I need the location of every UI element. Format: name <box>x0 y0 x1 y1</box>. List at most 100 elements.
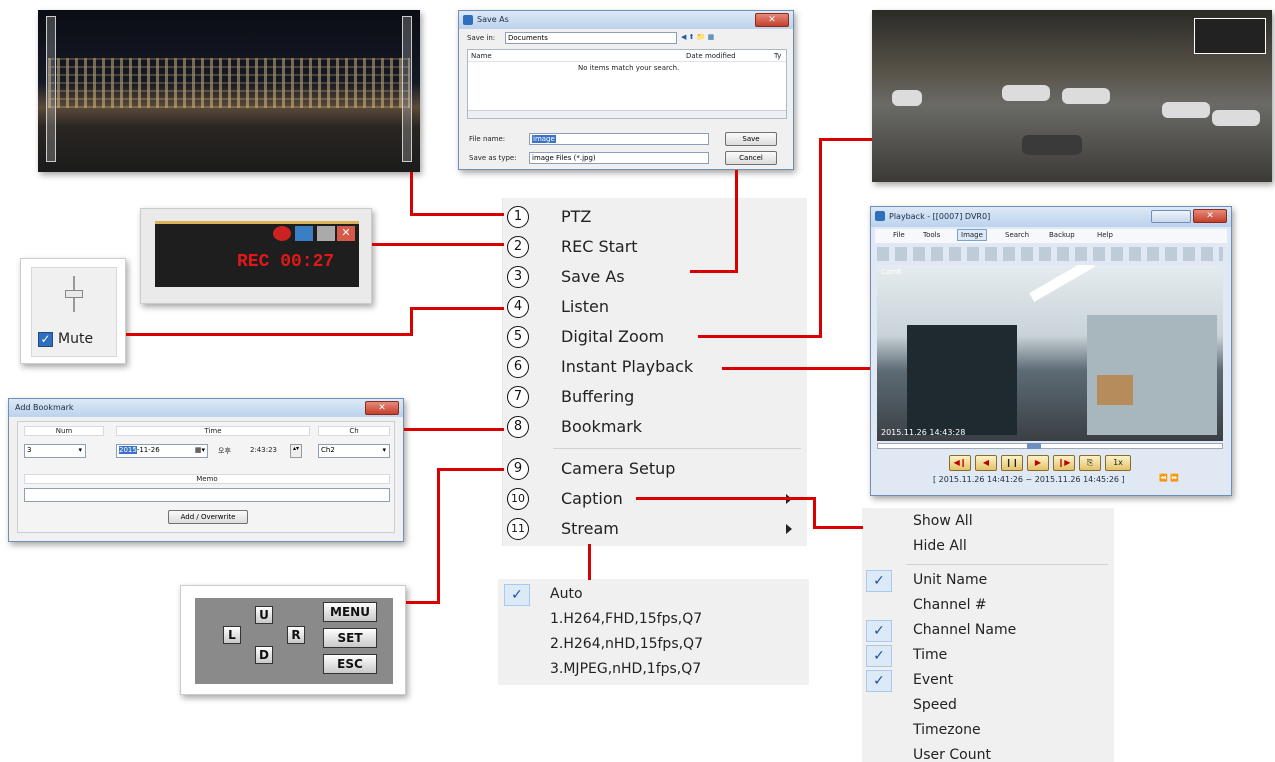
camera-label: Cam6 <box>881 268 902 276</box>
stream-option[interactable]: 1.H264,FHD,15fps,Q7 <box>498 608 809 633</box>
menu-button[interactable]: MENU <box>323 602 377 622</box>
caption-option[interactable]: Channel # <box>862 594 1114 619</box>
close-button[interactable]: ✕ <box>755 13 789 27</box>
left-button[interactable]: L <box>223 626 241 644</box>
menu-item-save-as[interactable]: 3 Save As <box>503 262 808 292</box>
caption-option[interactable]: ✓ Channel Name <box>862 619 1114 644</box>
ch-select[interactable]: Ch2 ▾ <box>318 444 390 458</box>
caption-option-label: Time <box>913 647 948 663</box>
h-scrollbar[interactable] <box>468 110 786 118</box>
menu-item-listen[interactable]: 4 Listen <box>503 292 808 322</box>
ptz-icon[interactable] <box>295 226 313 241</box>
toolbar-icons[interactable]: ◀ ⬆ 📁 ▦ <box>681 33 714 41</box>
right-button[interactable]: R <box>287 626 305 644</box>
close-button[interactable]: ✕ <box>1193 209 1227 223</box>
mute-checkbox[interactable]: ✓ <box>38 332 53 347</box>
menu-file[interactable]: File <box>893 231 905 239</box>
close-icon[interactable]: ✕ <box>337 226 355 241</box>
menu-number-badge: 1 <box>507 206 529 228</box>
caption-option[interactable]: ✓ Event <box>862 669 1114 694</box>
speed-button[interactable]: 1x <box>1105 455 1131 471</box>
menu-item-buffering[interactable]: 7 Buffering <box>503 382 808 412</box>
menu-item-label: Instant Playback <box>561 357 694 376</box>
num-select[interactable]: 3 ▾ <box>24 444 86 458</box>
cancel-button[interactable]: Cancel <box>725 151 777 165</box>
menu-item-bookmark[interactable]: 8 Bookmark <box>503 412 808 442</box>
menu-item-label: Save As <box>561 267 625 286</box>
playback-window: Playback - [[0007] DVR0] ✕ File Tools Im… <box>870 206 1232 496</box>
save-as-dialog: Save As ✕ Save in: Documents ◀ ⬆ 📁 ▦ Nam… <box>458 10 794 170</box>
save-type-select[interactable]: image Files (*.jpg) <box>529 152 709 164</box>
menu-backup[interactable]: Backup <box>1049 231 1075 239</box>
caption-option[interactable]: Show All <box>862 510 1114 535</box>
menu-separator <box>906 564 1108 565</box>
dialog-title: Add Bookmark <box>15 403 74 412</box>
set-button[interactable]: SET <box>323 628 377 648</box>
play-icon[interactable]: ▶ <box>1027 455 1049 471</box>
record-icon[interactable] <box>273 226 291 241</box>
stream-option[interactable]: 3.MJPEG,nHD,1fps,Q7 <box>498 658 809 683</box>
stream-option[interactable]: ✓ Auto <box>498 583 809 608</box>
menu-number-badge: 9 <box>507 458 529 480</box>
caption-option[interactable]: Speed <box>862 694 1114 719</box>
step-back-icon[interactable]: ◀❙ <box>949 455 971 471</box>
playback-toolbar[interactable] <box>877 247 1223 261</box>
menu-number-badge: 5 <box>507 326 529 348</box>
play-reverse-icon[interactable]: ◀ <box>975 455 997 471</box>
time-value[interactable]: 2:43:23 <box>250 446 277 454</box>
speaker-icon[interactable] <box>317 226 335 241</box>
col-num: Num <box>24 426 104 436</box>
menu-item-stream[interactable]: 11 Stream <box>503 514 808 544</box>
volume-slider[interactable] <box>65 290 83 298</box>
menu-separator <box>553 448 801 449</box>
playback-video[interactable]: Cam6 2015.11.26 14:43:28 <box>877 265 1223 441</box>
save-button[interactable]: Save <box>725 132 777 146</box>
context-menu: 1 PTZ 2 REC Start 3 Save As 4 Listen 5 Digital Zo… <box>502 198 807 546</box>
ptz-right-slider[interactable] <box>402 16 412 162</box>
menu-image[interactable]: Image <box>957 229 987 241</box>
menu-item-label: Digital Zoom <box>561 327 665 346</box>
add-overwrite-button[interactable]: Add / Overwrite <box>168 510 248 524</box>
seek-thumb[interactable] <box>1027 443 1041 449</box>
file-name-input[interactable]: image <box>529 133 709 145</box>
empty-message: No items match your search. <box>578 64 680 72</box>
dialog-title: Save As <box>477 15 509 24</box>
menu-search[interactable]: Search <box>1005 231 1029 239</box>
range-nav-icon[interactable]: ⏪ ⏩ <box>1159 474 1179 482</box>
file-list[interactable]: Name Date modified Ty No items match you… <box>467 49 787 119</box>
ptz-left-slider[interactable] <box>46 16 56 162</box>
col-type[interactable]: Ty <box>774 52 781 60</box>
esc-button[interactable]: ESC <box>323 654 377 674</box>
zoom-overview-pip[interactable] <box>1194 18 1266 54</box>
memo-input[interactable] <box>24 488 390 502</box>
save-type-label: Save as type: <box>469 154 517 162</box>
caption-option[interactable]: Hide All <box>862 535 1114 560</box>
menu-number-badge: 6 <box>507 356 529 378</box>
menu-help[interactable]: Help <box>1097 231 1113 239</box>
menu-item-camera-setup[interactable]: 9 Camera Setup <box>503 454 808 484</box>
export-icon[interactable]: ⎘ <box>1079 455 1101 471</box>
col-name[interactable]: Name <box>471 52 492 60</box>
menu-item-rec-start[interactable]: 2 REC Start <box>503 232 808 262</box>
caption-option[interactable]: ✓ Time <box>862 644 1114 669</box>
memo-label: Memo <box>24 474 390 484</box>
rec-panel: ✕ REC 00:27 <box>140 208 372 304</box>
date-picker[interactable]: 2015-11-26 ▦▾ <box>116 444 208 458</box>
col-date[interactable]: Date modified <box>686 52 736 60</box>
down-button[interactable]: D <box>255 646 273 664</box>
caption-option[interactable]: Timezone <box>862 719 1114 744</box>
menu-item-ptz[interactable]: 1 PTZ <box>503 202 808 232</box>
menu-tools[interactable]: Tools <box>923 231 940 239</box>
step-forward-icon[interactable]: ❙▶ <box>1053 455 1075 471</box>
pause-icon[interactable]: ❙❙ <box>1001 455 1023 471</box>
caption-option[interactable]: User Count <box>862 744 1114 762</box>
playback-seekbar[interactable] <box>877 443 1223 449</box>
save-in-select[interactable]: Documents <box>505 32 677 44</box>
caption-option[interactable]: ✓ Unit Name <box>862 569 1114 594</box>
time-spinner[interactable]: ▴▾ <box>290 444 302 458</box>
up-button[interactable]: U <box>255 606 273 624</box>
stream-option[interactable]: 2.H264,nHD,15fps,Q7 <box>498 633 809 658</box>
close-button[interactable]: ✕ <box>365 401 399 415</box>
min-max-buttons[interactable] <box>1151 210 1191 223</box>
bookmark-dialog: Add Bookmark ✕ Num Time Ch 3 ▾ 2015-11-26… <box>8 398 404 542</box>
